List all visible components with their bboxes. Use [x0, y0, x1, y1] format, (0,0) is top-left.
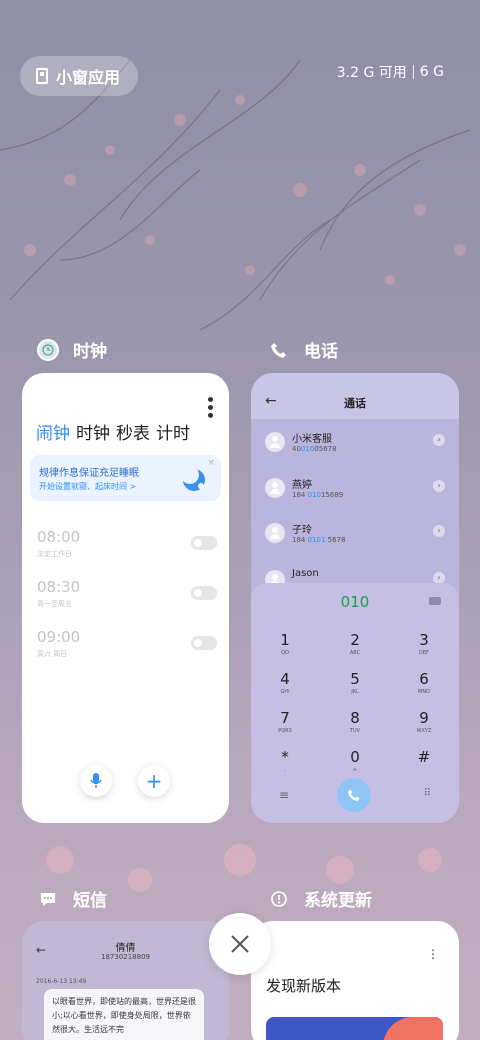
chevron-right-icon[interactable]: ›	[433, 480, 445, 492]
update-card-header: 系统更新	[268, 886, 372, 911]
chevron-right-icon[interactable]: ›	[433, 525, 445, 537]
dial-key-6[interactable]: 6 MNO	[399, 670, 449, 706]
contact-number: 4001005678	[292, 445, 337, 453]
contact-name: 燕婷	[292, 480, 312, 491]
dial-key-3[interactable]: 3 DEF	[399, 631, 449, 667]
alarm-repeat: 法定工作日	[37, 550, 72, 558]
avatar	[265, 478, 285, 498]
add-alarm-button[interactable]: +	[138, 765, 170, 797]
contact-number: 184 0101 5678	[292, 536, 346, 544]
alarm-row[interactable]: 08:00 法定工作日	[37, 528, 217, 568]
contact-number: 184 01015689	[292, 491, 344, 499]
mini-window-label: 小窗应用	[56, 68, 121, 87]
memory-free: 3.2 G 可用	[336, 65, 407, 81]
sms-card-header: 短信	[37, 886, 107, 911]
update-banner	[266, 1017, 443, 1040]
chevron-right-icon[interactable]: ›	[433, 434, 445, 446]
alarm-row[interactable]: 08:30 周一至周五	[37, 578, 217, 618]
clock-app-card[interactable]: ••• 闹钟 时钟 秒表 计时 规律作息保证充足睡眠 开始设置就寝、起床时间 >…	[22, 373, 229, 823]
sms-app-name: 短信	[73, 891, 107, 911]
tab-stopwatch[interactable]: 秒表	[116, 419, 150, 444]
memory-separator	[412, 65, 414, 79]
contact-name: Jason	[292, 568, 319, 579]
dialpad-grid-icon[interactable]: ⠿	[424, 788, 431, 799]
more-options-icon[interactable]: ⋮	[427, 947, 439, 961]
alarm-toggle[interactable]	[191, 586, 217, 600]
tab-clock[interactable]: 时钟	[76, 419, 110, 444]
dial-key-8[interactable]: 8 TUV	[330, 709, 380, 745]
voice-alarm-button[interactable]	[80, 765, 112, 797]
dialpad: 010 1 QO 2 ABC 3 DEF 4 GHI 5 JKL 6 MNO 7 PQRS 8…	[251, 583, 459, 823]
sms-message: 以眼看世界，即使站的最高，世界还是很小;以心看世界，即使身处局限，世界依然很大。…	[44, 989, 204, 1040]
mini-window-button[interactable]: 小窗应用	[20, 56, 138, 96]
alarm-toggle[interactable]	[191, 636, 217, 650]
dial-key-4[interactable]: 4 GHI	[260, 670, 310, 706]
memory-total: 6 G	[419, 64, 444, 80]
phone-card-header: 电话	[268, 337, 338, 362]
tab-timer[interactable]: 计时	[156, 419, 190, 444]
dial-key-7[interactable]: 7 PQRS	[260, 709, 310, 745]
update-app-card[interactable]: ⋮ 发现新版本	[251, 921, 459, 1040]
alarm-time: 08:00	[37, 528, 81, 546]
contact-name: 子玲	[292, 525, 312, 536]
microphone-icon	[90, 773, 102, 788]
menu-icon[interactable]: ≡	[279, 788, 289, 802]
sleep-banner[interactable]: 规律作息保证充足睡眠 开始设置就寝、起床时间 > ×	[30, 455, 221, 501]
alarm-row[interactable]: 09:00 周六 周日	[37, 628, 217, 668]
contact-item[interactable]: 小米客服 4001005678 ›	[265, 430, 445, 460]
clock-card-header: 时钟	[37, 337, 107, 362]
contact-item[interactable]: 燕婷 184 01015689 ›	[265, 476, 445, 506]
dial-key-5[interactable]: 5 JKL	[330, 670, 380, 706]
alarm-time: 08:30	[37, 578, 81, 596]
alarm-time: 09:00	[37, 628, 81, 646]
sms-app-card[interactable]: ← 倩倩 18730218809 2016-6-13 13:49 以眼看世界，即…	[22, 921, 229, 1040]
update-app-name: 系统更新	[304, 891, 372, 911]
mini-window-icon	[36, 68, 48, 84]
sms-contact-name: 倩倩	[115, 943, 136, 954]
tab-alarm[interactable]: 闹钟	[36, 419, 70, 444]
clear-all-button[interactable]	[209, 913, 271, 975]
phone-app-icon	[268, 339, 290, 361]
memory-info: 3.2 G 可用 6 G	[337, 62, 444, 82]
sms-date: 2016-6-13 13:49	[36, 978, 87, 985]
plus-icon: +	[145, 769, 163, 793]
update-title: 发现新版本	[266, 977, 342, 995]
sleep-banner-title: 规律作息保证充足睡眠	[39, 468, 139, 479]
phone-app-card[interactable]: ← 通话 小米客服 4001005678 › 燕婷 184 01015689 ›…	[251, 373, 459, 823]
phone-icon	[347, 789, 360, 802]
alarm-repeat: 周六 周日	[37, 650, 68, 658]
moon-icon	[181, 466, 205, 491]
alarm-repeat: 周一至周五	[37, 600, 72, 608]
avatar	[265, 523, 285, 543]
more-options-icon[interactable]: •••	[201, 395, 217, 419]
sleep-banner-subtitle: 开始设置就寝、起床时间 >	[39, 482, 137, 491]
contact-name: 小米客服	[292, 434, 332, 445]
sms-app-icon	[37, 888, 59, 910]
alarm-toggle[interactable]	[191, 536, 217, 550]
dial-key-star[interactable]: *,	[260, 748, 310, 784]
dial-key-2[interactable]: 2 ABC	[330, 631, 380, 667]
sleep-banner-close-icon[interactable]: ×	[207, 458, 215, 468]
clock-app-name: 时钟	[73, 342, 107, 362]
sms-contact-number: 18730218809	[101, 953, 150, 961]
avatar	[265, 432, 285, 452]
close-icon	[231, 935, 249, 953]
update-app-icon	[268, 888, 290, 910]
dial-input[interactable]: 010	[251, 593, 459, 611]
call-button[interactable]	[337, 778, 371, 812]
clock-tabs: 闹钟 时钟 秒表 计时	[36, 419, 190, 444]
dial-key-9[interactable]: 9 WXYZ	[399, 709, 449, 745]
phone-app-name: 电话	[304, 342, 338, 362]
dial-key-hash[interactable]: #	[399, 748, 449, 784]
contact-item[interactable]: 子玲 184 0101 5678 ›	[265, 521, 445, 551]
backspace-icon[interactable]	[429, 597, 441, 605]
phone-title: 通话	[344, 397, 366, 410]
dial-key-1[interactable]: 1 QO	[260, 631, 310, 667]
clock-app-icon	[37, 338, 59, 361]
